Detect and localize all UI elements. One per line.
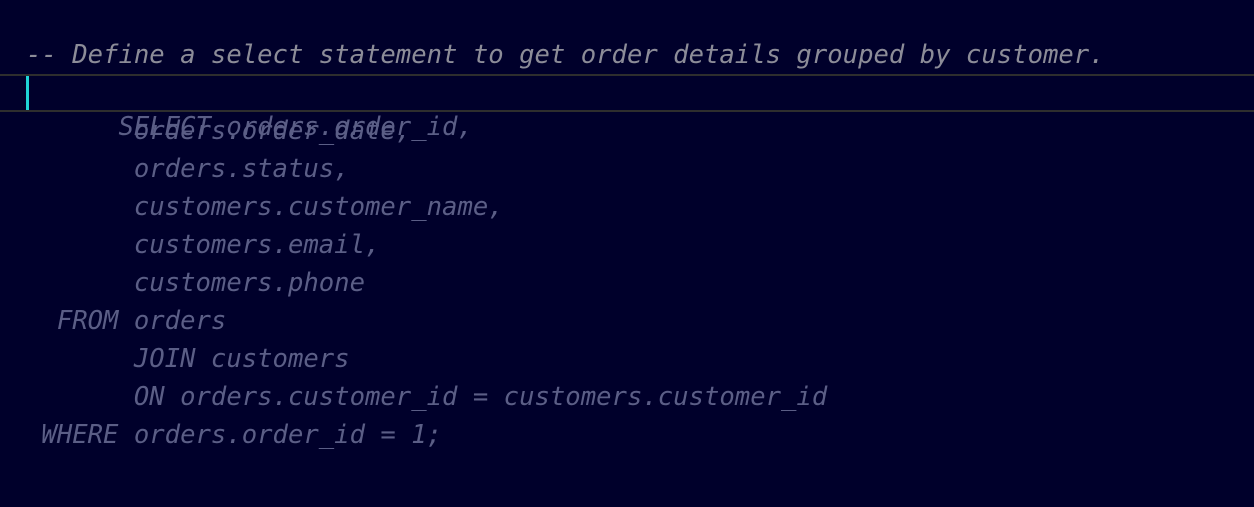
code-line[interactable]: FROM orders [0, 302, 1254, 340]
code-line[interactable]: WHERE orders.order_id = 1; [0, 416, 1254, 454]
code-line-comment[interactable]: -- Define a select statement to get orde… [0, 36, 1254, 74]
text-cursor [26, 76, 29, 110]
code-line[interactable]: customers.phone [0, 264, 1254, 302]
code-editor[interactable]: -- Define a select statement to get orde… [0, 0, 1254, 507]
code-area[interactable]: -- Define a select statement to get orde… [0, 36, 1254, 454]
code-line[interactable]: ON orders.customer_id = customers.custom… [0, 378, 1254, 416]
code-line[interactable]: customers.email, [0, 226, 1254, 264]
code-line[interactable]: orders.order_date, [0, 112, 1254, 150]
code-line-current[interactable]: SELECT orders.order_id, [0, 74, 1254, 142]
code-line[interactable]: customers.customer_name, [0, 188, 1254, 226]
code-line[interactable]: JOIN customers [0, 340, 1254, 378]
code-line[interactable]: orders.status, [0, 150, 1254, 188]
